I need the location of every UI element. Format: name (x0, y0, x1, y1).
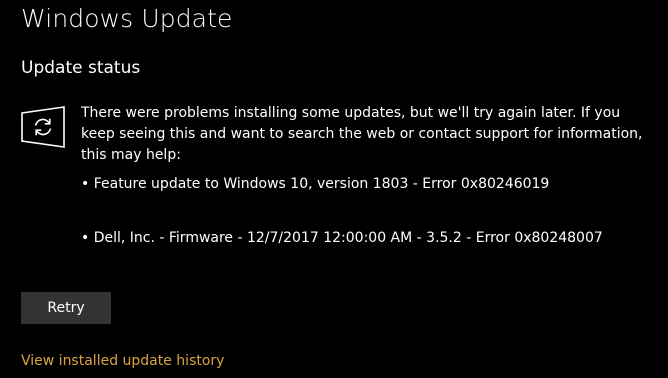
page-title: Windows Update (21, 4, 233, 33)
section-title-update-status: Update status (21, 58, 141, 78)
view-update-history-link[interactable]: View installed update history (21, 353, 224, 369)
error-item: • Feature update to Windows 10, version … (81, 176, 550, 192)
error-item: • Dell, Inc. - Firmware - 12/7/2017 12:0… (81, 230, 603, 246)
update-sync-icon (20, 104, 66, 150)
retry-button[interactable]: Retry (21, 292, 111, 324)
status-message: There were problems installing some upda… (81, 105, 643, 163)
